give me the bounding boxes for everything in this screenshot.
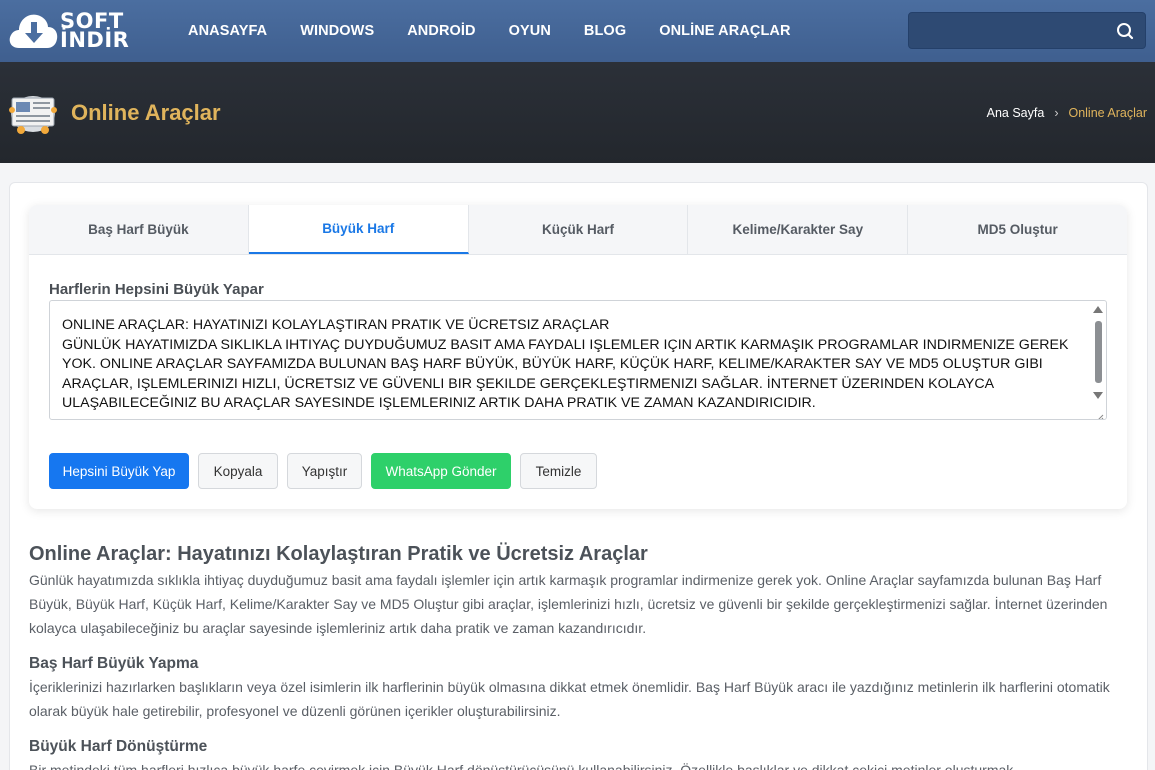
tool-label: Harflerin Hepsini Büyük Yapar [49,281,264,298]
breadcrumb: Ana Sayfa › Online Araçlar [987,106,1147,120]
tool-actions: Hepsini Büyük Yap Kopyala Yapıştır Whats… [49,453,606,489]
tab-bas-harf-buyuk[interactable]: Baş Harf Büyük [29,205,249,254]
section-heading-buyuk-harf: Büyük Harf Dönüştürme [29,738,208,755]
scroll-up-arrow-icon[interactable] [1093,306,1103,313]
search-icon[interactable] [1115,20,1137,42]
newspaper-mascot-icon [8,86,58,136]
nav-item-windows[interactable]: WINDOWS [300,23,374,39]
top-navbar: SOFT İNDİR ANASAYFA WINDOWS ANDROİD OYUN… [0,0,1155,62]
copy-button[interactable]: Kopyala [198,453,278,489]
main-nav: ANASAYFA WINDOWS ANDROİD OYUN BLOG ONLİN… [188,0,824,62]
breadcrumb-current: Online Araçlar [1068,106,1147,120]
uppercase-all-button[interactable]: Hepsini Büyük Yap [49,453,189,489]
search-box [908,12,1146,49]
tab-kelime-karakter-say[interactable]: Kelime/Karakter Say [688,205,909,254]
article-title: Online Araçlar: Hayatınızı Kolaylaştıran… [29,543,648,565]
whatsapp-send-button[interactable]: WhatsApp Gönder [371,453,511,489]
tool-tabs: Baş Harf Büyük Büyük Harf Küçük Harf Kel… [29,205,1127,255]
breadcrumb-chevron-icon: › [1054,106,1059,120]
page-title: Online Araçlar [71,100,221,125]
nav-item-blog[interactable]: BLOG [584,23,626,39]
nav-item-android[interactable]: ANDROİD [407,23,475,39]
scroll-down-arrow-icon[interactable] [1093,392,1103,399]
textarea-content: ONLINE ARAÇLAR: HAYATINIZI KOLAYLAŞTIRAN… [62,317,1069,411]
article-paragraph-intro: Günlük hayatımızda sıklıkla ihtiyaç duyd… [29,572,1108,636]
article-paragraph-bas-harf: İçeriklerinizi hazırlarken başlıkların v… [29,679,1110,719]
logo-text: SOFT İNDİR [60,11,130,52]
nav-item-anasayfa[interactable]: ANASAYFA [188,23,267,39]
textarea-scrollbar[interactable] [1092,304,1104,416]
scroll-thumb[interactable] [1095,321,1102,383]
article-content: Online Araçlar: Hayatınızı Kolaylaştıran… [29,543,1119,770]
search-input[interactable] [909,13,1109,48]
cloud-download-icon [8,10,58,52]
text-tool-panel: Baş Harf Büyük Büyük Harf Küçük Harf Kel… [29,205,1127,509]
nav-item-online-araclar[interactable]: ONLİNE ARAÇLAR [659,23,790,39]
tab-kucuk-harf[interactable]: Küçük Harf [469,205,689,254]
article-paragraph-buyuk-harf: Bir metindeki tüm harfleri hızlıca büyük… [29,762,1014,770]
text-input-area[interactable]: ONLINE ARAÇLAR: HAYATINIZI KOLAYLAŞTIRAN… [49,300,1107,420]
nav-item-oyun[interactable]: OYUN [509,23,551,39]
breadcrumb-home[interactable]: Ana Sayfa [987,106,1045,120]
tab-md5-olustur[interactable]: MD5 Oluştur [908,205,1127,254]
paste-button[interactable]: Yapıştır [287,453,362,489]
site-logo[interactable]: SOFT İNDİR [8,8,148,54]
logo-line2: İNDİR [60,28,130,52]
resize-grip-icon[interactable] [1096,409,1104,419]
tab-buyuk-harf[interactable]: Büyük Harf [248,205,469,254]
page-header: Online Araçlar Ana Sayfa › Online Araçlar [0,62,1155,163]
clear-button[interactable]: Temizle [520,453,597,489]
section-heading-bas-harf: Baş Harf Büyük Yapma [29,655,199,672]
